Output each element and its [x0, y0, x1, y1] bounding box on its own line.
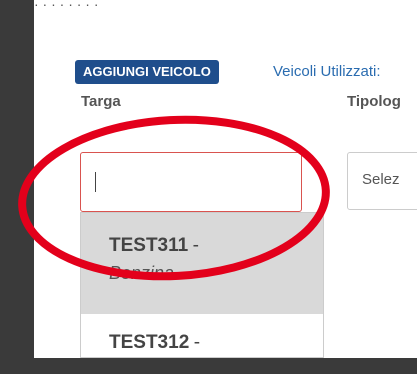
dropdown-item-plate: TEST312: [109, 332, 190, 353]
dropdown-item-test311[interactable]: TEST311 - Benzina: [81, 213, 323, 314]
background-bottom-edge: [0, 358, 417, 374]
dropdown-item-separator: -: [192, 235, 199, 256]
dropdown-item-fuel: Benzina: [109, 263, 175, 283]
text-caret: [95, 172, 96, 192]
tipologia-label: Tipolog: [347, 93, 401, 110]
background-left-edge: [0, 0, 34, 374]
add-vehicle-button[interactable]: AGGIUNGI VEICOLO: [75, 60, 219, 84]
targa-label: Targa: [81, 93, 121, 110]
cut-off-text: · · · · · · · ·: [34, 0, 99, 12]
dropdown-item-separator: -: [193, 332, 201, 353]
targa-input[interactable]: [80, 152, 302, 212]
targa-autocomplete-dropdown: TEST311 - Benzina TEST312 -: [80, 212, 324, 358]
dropdown-item-plate: TEST311: [109, 235, 189, 256]
vehicle-modal: · · · · · · · · AGGIUNGI VEICOLO Veicoli…: [34, 0, 417, 358]
tipologia-select-value: Selez: [362, 171, 400, 188]
dropdown-item-test312[interactable]: TEST312 -: [81, 314, 323, 357]
used-vehicles-link[interactable]: Veicoli Utilizzati:: [273, 63, 381, 80]
tipologia-select[interactable]: Selez: [347, 152, 417, 210]
